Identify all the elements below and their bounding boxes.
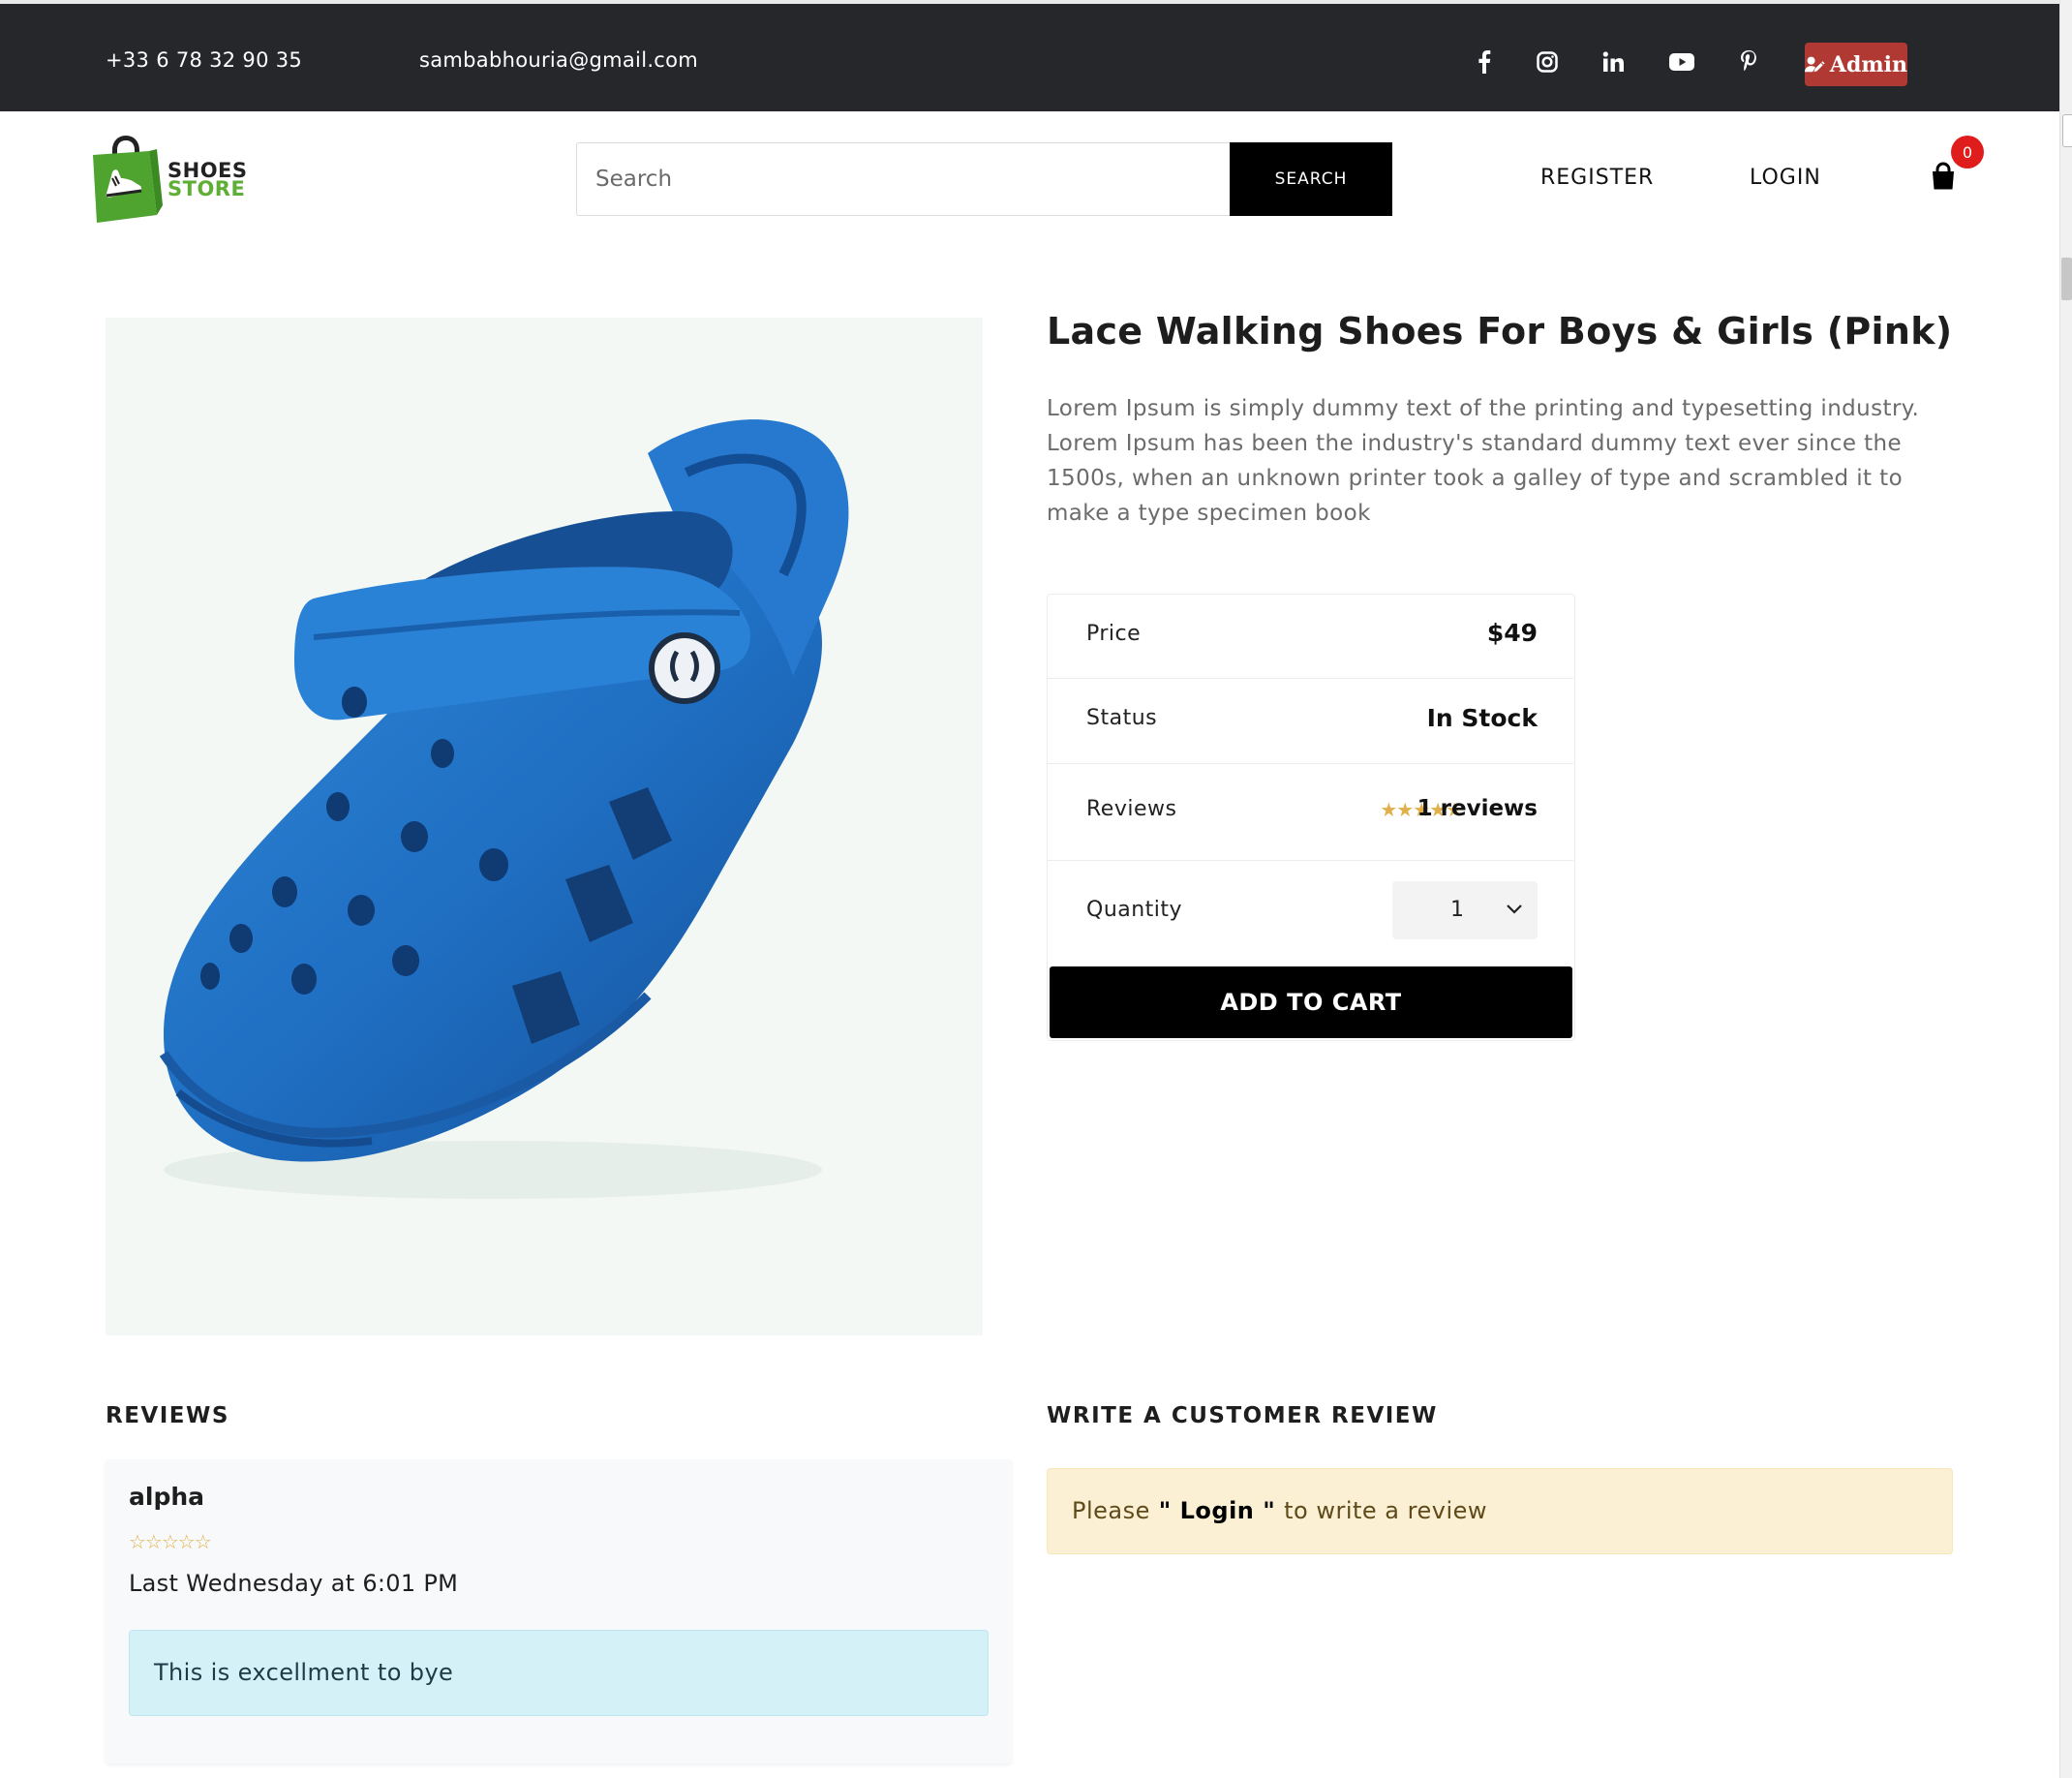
reviewer-name: alpha: [129, 1483, 205, 1511]
register-link[interactable]: REGISTER: [1540, 166, 1654, 190]
instagram-icon[interactable]: [1530, 45, 1565, 79]
review-comment-text: This is excellment to bye: [154, 1659, 454, 1686]
search-button[interactable]: SEARCH: [1230, 142, 1392, 216]
product-info-box: Price $49 Status In Stock Reviews ★★★★★ …: [1047, 594, 1575, 1041]
phone-number: +33 6 78 32 90 35: [106, 48, 303, 72]
quantity-select[interactable]: 1: [1392, 881, 1538, 939]
review-comment: This is excellment to bye: [129, 1630, 989, 1716]
quantity-value: 1: [1450, 898, 1464, 922]
login-alert-text: Please " Login " to write a review: [1072, 1497, 1487, 1524]
youtube-icon[interactable]: [1664, 45, 1699, 79]
status-row: Status In Stock: [1048, 679, 1573, 764]
price-row: Price $49: [1048, 595, 1573, 679]
price-label: Price: [1086, 622, 1142, 646]
alert-prefix: Please: [1072, 1497, 1150, 1524]
write-review-heading: WRITE A CUSTOMER REVIEW: [1047, 1403, 1438, 1428]
admin-label: Admin: [1829, 51, 1907, 77]
status-label: Status: [1086, 706, 1158, 730]
product-description: Lorem Ipsum is simply dummy text of the …: [1047, 396, 1920, 526]
reviews-count: 1 reviews: [1417, 796, 1538, 821]
product-image: [106, 318, 983, 1335]
cart-icon[interactable]: [1931, 162, 1956, 191]
status-value: In Stock: [1426, 704, 1538, 732]
scrollbar-thumb[interactable]: [2061, 258, 2072, 300]
login-link[interactable]: LOGIN: [1750, 166, 1821, 190]
reviews-row: Reviews ★★★★★ 1 reviews: [1048, 764, 1573, 861]
chevron-down-icon: [1507, 904, 1522, 914]
linkedin-icon[interactable]: [1596, 45, 1630, 79]
cart-count-badge: 0: [1951, 136, 1984, 169]
facebook-icon[interactable]: [1467, 45, 1502, 79]
pinterest-icon[interactable]: [1731, 45, 1766, 79]
page-scrollbar[interactable]: [2059, 0, 2072, 1778]
reviews-heading: REVIEWS: [106, 1403, 229, 1428]
product-title: Lace Walking Shoes For Boys & Girls (Pin…: [1047, 310, 1953, 353]
reviews-label: Reviews: [1086, 797, 1177, 821]
admin-button[interactable]: Admin: [1805, 43, 1907, 86]
review-date: Last Wednesday at 6:01 PM: [129, 1570, 459, 1597]
logo-text: SHOES STORE: [168, 161, 248, 200]
price-value: $49: [1486, 619, 1538, 647]
email-address: sambabhouria@gmail.com: [419, 48, 699, 72]
quantity-label: Quantity: [1086, 898, 1183, 922]
alert-suffix: to write a review: [1284, 1497, 1488, 1524]
search-input[interactable]: [576, 142, 1231, 216]
review-rating-stars: ☆☆☆☆☆: [129, 1530, 212, 1553]
alert-quote-open: ": [1149, 1497, 1180, 1524]
add-to-cart-button[interactable]: ADD TO CART: [1050, 966, 1572, 1038]
login-review-link[interactable]: Login: [1180, 1497, 1255, 1524]
alert-quote-close: ": [1254, 1497, 1285, 1524]
login-required-alert: Please " Login " to write a review: [1047, 1468, 1953, 1554]
review-card: alpha ☆☆☆☆☆ Last Wednesday at 6:01 PM Th…: [106, 1459, 1012, 1763]
top-bar: +33 6 78 32 90 35 sambabhouria@gmail.com…: [0, 0, 2059, 111]
logo-line-2: STORE: [168, 177, 246, 200]
window-edge: [2062, 114, 2072, 147]
user-edit-icon: [1805, 56, 1825, 72]
